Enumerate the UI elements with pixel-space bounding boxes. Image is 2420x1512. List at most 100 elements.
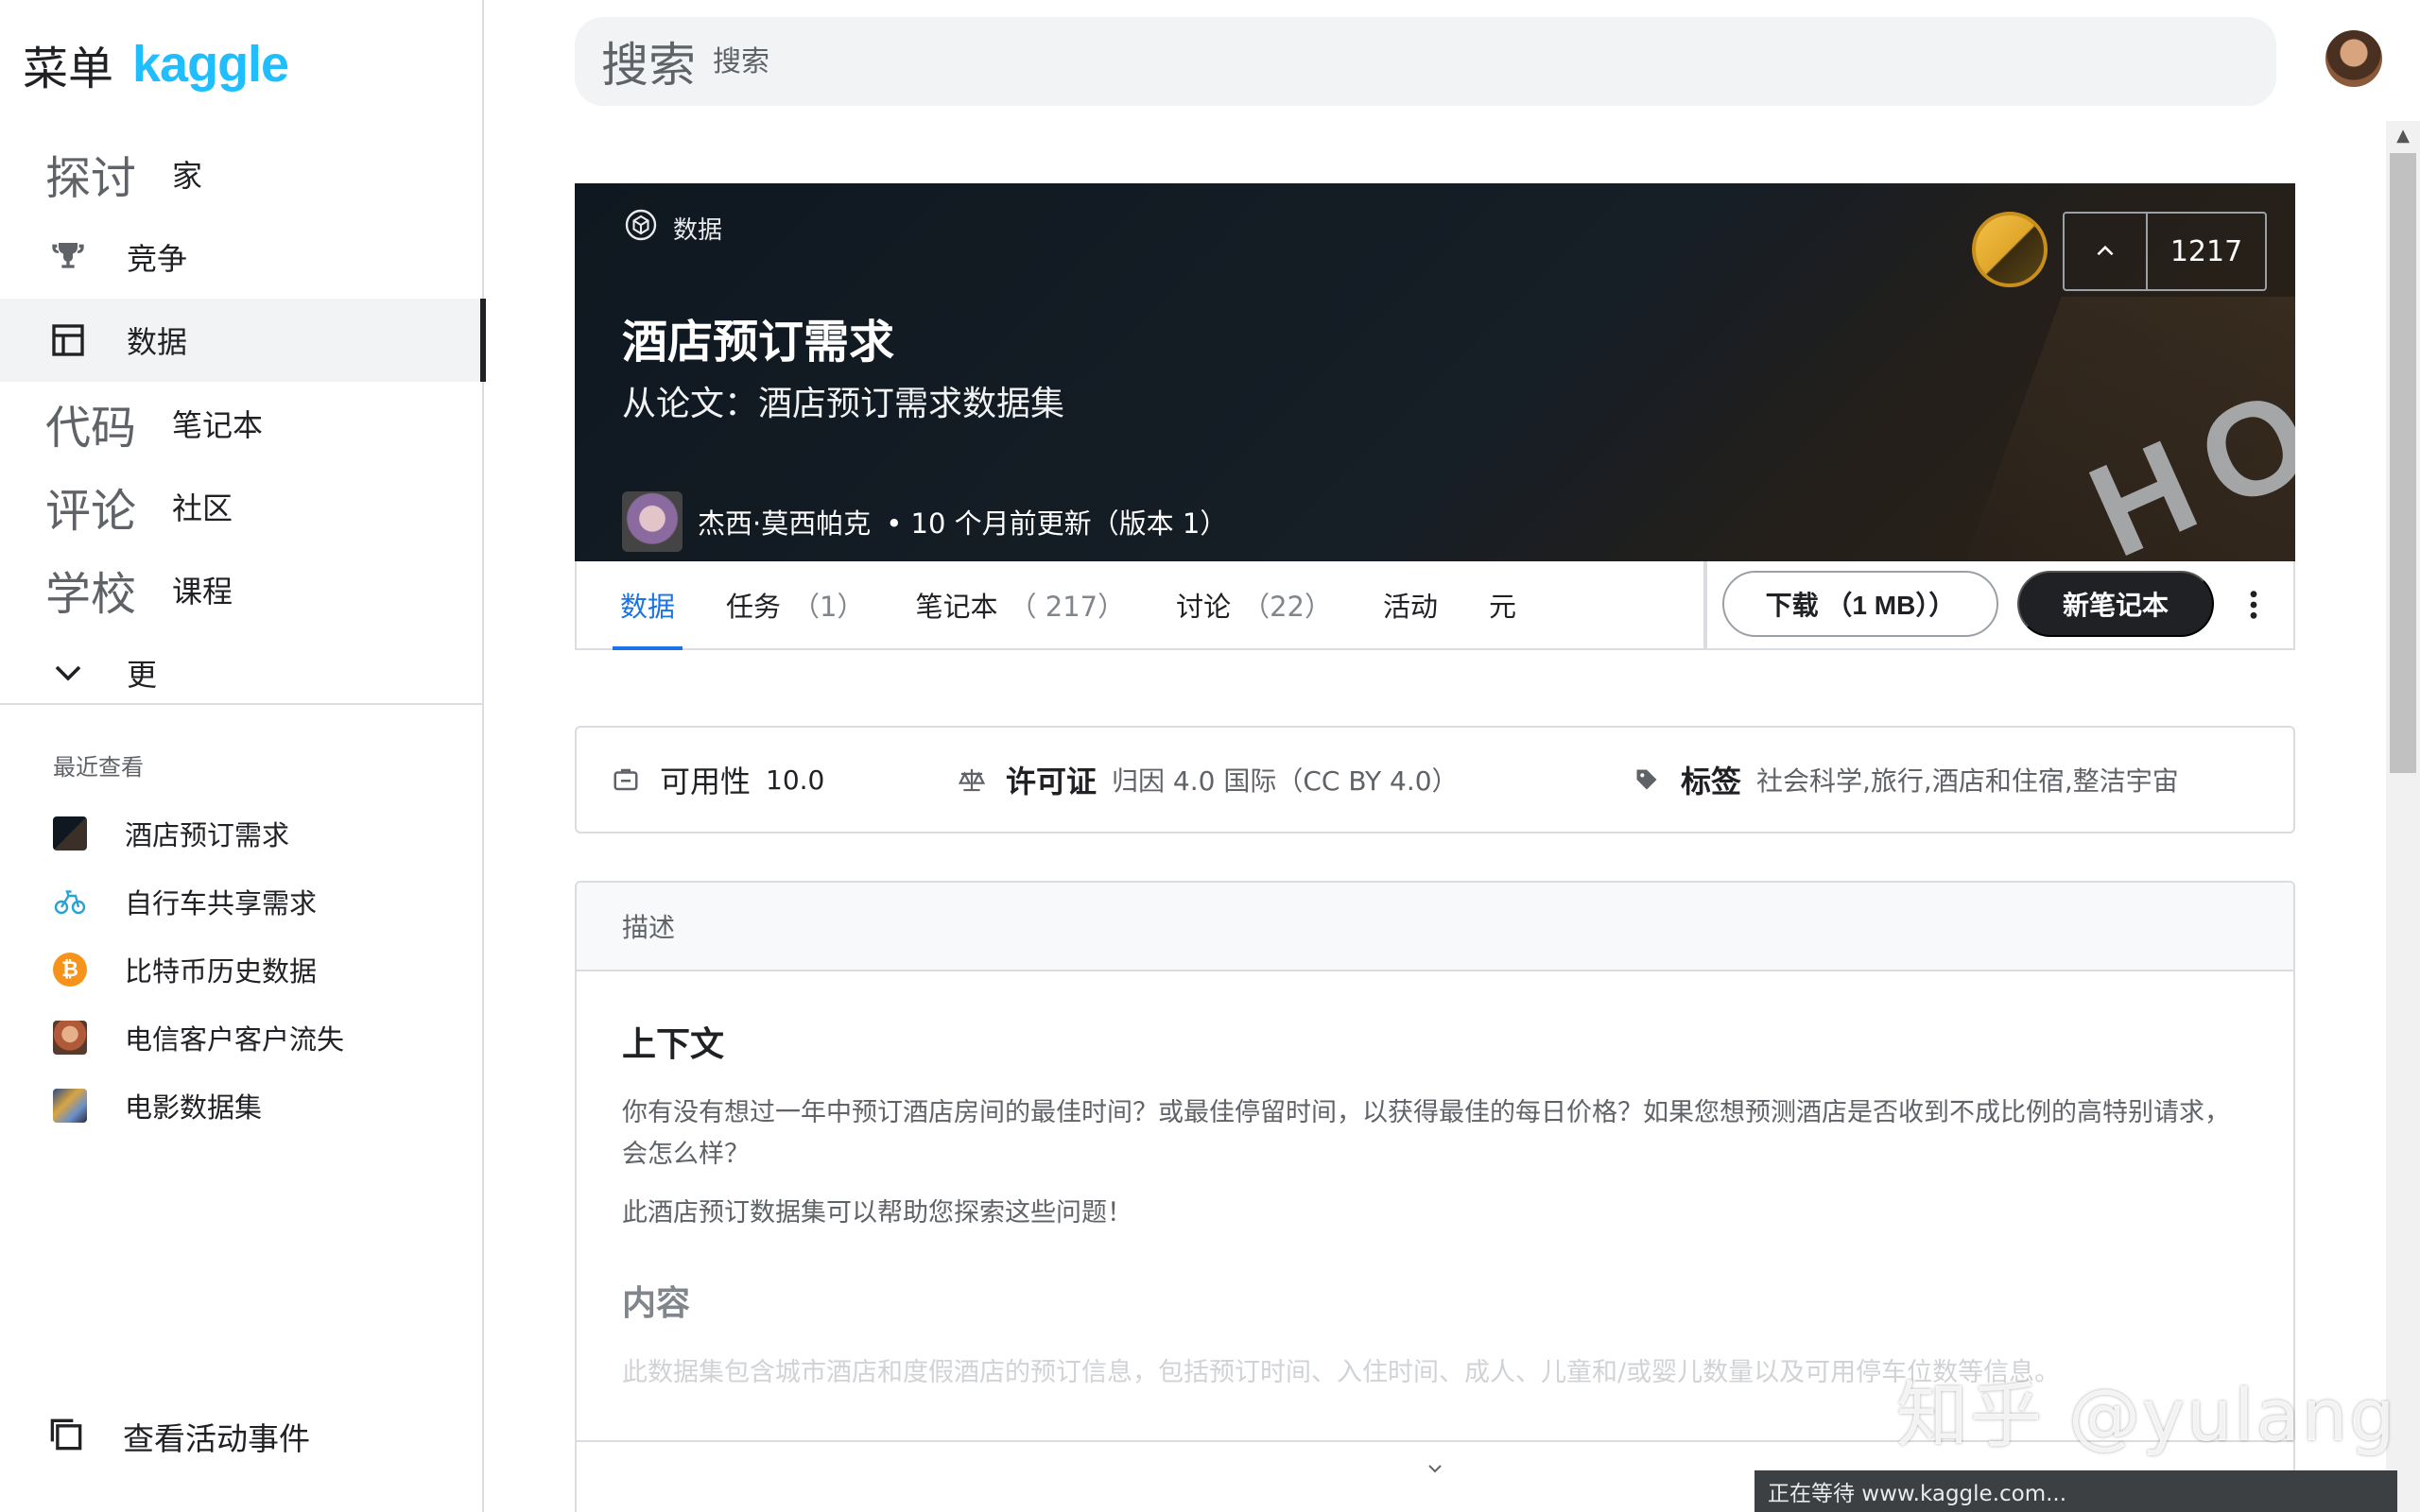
brand[interactable]: 菜单 kaggle xyxy=(23,31,289,97)
dataset-subtitle: 从论文：酒店预订需求数据集 xyxy=(622,385,1065,423)
license-label: 许可证 xyxy=(1006,764,1098,799)
telecom-thumbnail-icon xyxy=(53,1021,87,1055)
download-button[interactable]: 下载 （1 MB）） xyxy=(1722,571,1998,637)
more-options-icon[interactable] xyxy=(2235,582,2273,627)
hotel-thumbnail-icon xyxy=(53,816,87,850)
recent-item[interactable]: ₿ 比特币历史数据 xyxy=(53,936,469,1004)
new-notebook-button[interactable]: 新笔记本 xyxy=(2017,571,2214,637)
context-heading: 上下文 xyxy=(622,1025,725,1064)
page-scrollbar[interactable]: ▲ xyxy=(2386,121,2420,1512)
recent-list: 酒店预订需求 自行车共享需求 ₿ 比特币历史数据 电信客户客户流失 电影数据集 xyxy=(53,799,469,1140)
sidebar-item-discussion-big: 评论 xyxy=(45,485,137,538)
recent-item-label: 酒店预订需求 xyxy=(125,819,290,851)
dataset-cube-icon xyxy=(624,208,658,249)
browser-status-bar: 正在等待 www.kaggle.com... xyxy=(1754,1470,2397,1512)
content-heading: 内容 xyxy=(622,1284,691,1323)
tags-item: 标签 社会科学,旅行,酒店和住宿,整洁宇宙 xyxy=(1632,728,2179,832)
dataset-author-line: 杰西·莫西帕克 • 10 个月前更新（版本 1） xyxy=(622,491,1227,552)
description-header: 描述 xyxy=(577,883,2293,971)
usability-value: 10.0 xyxy=(766,764,825,796)
tags-value[interactable]: 社会科学,旅行,酒店和住宿,整洁宇宙 xyxy=(1756,761,2179,799)
usability-icon xyxy=(611,765,641,795)
tabs-divider xyxy=(1703,561,1707,648)
sidebar-item-notebooks[interactable]: 代码 笔记本 xyxy=(0,382,484,465)
bicycle-icon xyxy=(53,885,87,919)
bitcoin-icon: ₿ xyxy=(53,953,87,987)
sidebar-nav: 探讨 家 竞争 数据 代码 笔记本 评论 社区 学校 课程 更 xyxy=(0,132,486,714)
tab-data[interactable]: 数据 xyxy=(612,561,683,650)
view-events-label: 查看活动事件 xyxy=(123,1420,310,1457)
trophy-icon xyxy=(45,234,91,280)
tab-label: 笔记本 xyxy=(915,591,998,623)
sidebar-item-datasets[interactable]: 数据 xyxy=(0,299,486,382)
sidebar-item-label: 更 xyxy=(127,657,158,693)
tab-tasks[interactable]: 任务 （1） xyxy=(726,561,864,648)
sidebar-item-learn-big: 学校 xyxy=(45,568,137,621)
author-name[interactable]: 杰西·莫西帕克 xyxy=(698,502,871,541)
usability-item: 可用性 10.0 xyxy=(611,728,824,832)
table-icon xyxy=(45,318,91,363)
recent-item-label: 比特币历史数据 xyxy=(125,955,318,988)
tab-label: 元 xyxy=(1489,591,1517,623)
tab-label: 任务 xyxy=(726,591,782,623)
scrollbar-thumb[interactable] xyxy=(2390,153,2416,773)
license-item: 许可证 归因 4.0 国际（CC BY 4.0） xyxy=(957,728,1459,832)
dataset-tabs: 数据 任务 （1） 笔记本 （ 217） 讨论 （22） 活动 元 xyxy=(612,561,1567,650)
chevron-down-icon xyxy=(45,650,91,696)
tab-count: （1） xyxy=(792,591,865,623)
recent-item[interactable]: 酒店预订需求 xyxy=(53,799,469,868)
search-bar[interactable]: 搜索 xyxy=(575,17,2276,106)
search-label: 搜索 xyxy=(601,38,696,93)
user-avatar[interactable] xyxy=(2325,30,2382,87)
tab-metadata[interactable]: 元 xyxy=(1489,561,1516,648)
sidebar-item-home-big: 探讨 xyxy=(45,152,137,205)
upvote-widget[interactable]: 1217 xyxy=(2063,212,2267,291)
sidebar-item-label: 课程 xyxy=(172,574,233,610)
usability-label: 可用性 xyxy=(660,764,752,799)
gold-medal-icon xyxy=(1972,212,2048,287)
recent-item-label: 电影数据集 xyxy=(125,1091,263,1124)
update-info: • 10 个月前更新（版本 1） xyxy=(886,507,1228,540)
dataset-type-tag: 数据 xyxy=(624,208,722,249)
tab-label: 数据 xyxy=(620,591,676,623)
sidebar-item-home[interactable]: 探讨 家 xyxy=(0,132,484,215)
recent-item[interactable]: 自行车共享需求 xyxy=(53,868,469,936)
license-value[interactable]: 归因 4.0 国际（CC BY 4.0） xyxy=(1112,761,1459,799)
sidebar-item-code-big: 代码 xyxy=(45,402,137,455)
dataset-header-banner: HOTEL 数据 酒店预订需求 从论文：酒店预订需求数据集 杰西·莫西帕克 • … xyxy=(575,183,2295,561)
sidebar-item-courses[interactable]: 学校 课程 xyxy=(0,548,484,631)
sidebar: 菜单 kaggle 探讨 家 竞争 数据 代码 笔记本 评论 社区 学校 课程 … xyxy=(0,0,486,1512)
recent-item[interactable]: 电信客户客户流失 xyxy=(53,1004,469,1072)
scroll-up-arrow-icon[interactable]: ▲ xyxy=(2386,121,2420,151)
description-body: 上下文 你有没有想过一年中预订酒店房间的最佳时间？或最佳停留时间，以获得最佳的每… xyxy=(577,971,2293,1388)
dataset-meta-box: 可用性 10.0 许可证 归因 4.0 国际（CC BY 4.0） 标签 社会科… xyxy=(575,726,2295,833)
recent-heading: 最近查看 xyxy=(53,754,144,781)
menu-button[interactable]: 菜单 xyxy=(23,31,113,97)
copy-stack-icon xyxy=(45,1414,87,1459)
vote-count: 1217 xyxy=(2169,234,2243,268)
sidebar-item-competitions[interactable]: 竞争 xyxy=(0,215,484,299)
tab-activity[interactable]: 活动 xyxy=(1383,561,1438,648)
chevron-down-icon xyxy=(1428,1465,1442,1473)
kaggle-logo[interactable]: kaggle xyxy=(132,35,289,94)
sidebar-divider xyxy=(0,703,484,705)
recent-item-label: 电信客户客户流失 xyxy=(125,1023,345,1056)
tab-notebooks[interactable]: 笔记本 （ 217） xyxy=(915,561,1125,648)
sidebar-item-community[interactable]: 评论 社区 xyxy=(0,465,484,548)
tab-count: （22） xyxy=(1242,591,1332,623)
tab-discussion[interactable]: 讨论 （22） xyxy=(1176,561,1332,648)
dataset-type-label: 数据 xyxy=(673,216,723,245)
view-events-link[interactable]: 查看活动事件 xyxy=(45,1414,310,1459)
sidebar-item-label: 家 xyxy=(172,158,203,194)
context-paragraph-2: 此酒店预订数据集可以帮助您探索这些问题！ xyxy=(622,1198,1132,1228)
zhihu-watermark: 知乎 @yulang xyxy=(1896,1373,2397,1457)
tab-label: 活动 xyxy=(1383,591,1439,623)
upvote-button[interactable] xyxy=(2065,214,2148,289)
sidebar-item-more[interactable]: 更 xyxy=(0,631,484,714)
sidebar-item-label: 笔记本 xyxy=(172,407,264,443)
recent-item-label: 自行车共享需求 xyxy=(125,887,318,919)
search-input[interactable] xyxy=(713,44,2036,78)
recent-item[interactable]: 电影数据集 xyxy=(53,1072,469,1140)
tab-label: 讨论 xyxy=(1176,591,1232,623)
author-avatar[interactable] xyxy=(622,491,683,552)
